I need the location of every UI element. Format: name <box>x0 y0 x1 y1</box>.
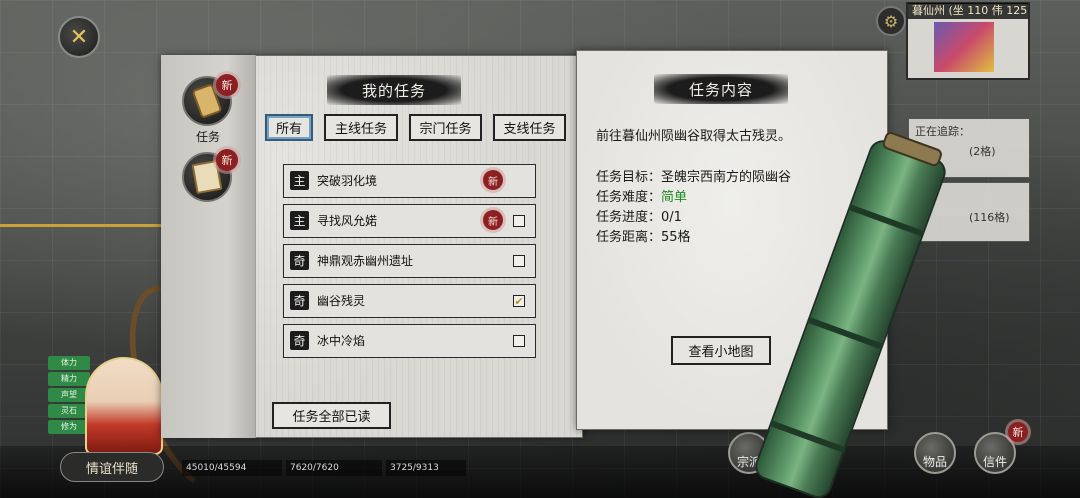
task-row[interactable]: 奇 冰中冷焰 <box>283 324 536 358</box>
task-type-badge: 奇 <box>290 251 309 270</box>
task-name: 寻找风允婼 <box>317 214 378 228</box>
task-row[interactable]: 主 寻找风允婼 新 <box>283 204 536 238</box>
track-checkbox-checked[interactable]: ✔ <box>513 295 525 307</box>
tracked-task-label: 正在追踪： <box>915 125 970 138</box>
tab-tasks-new-badge: 新 <box>216 74 238 96</box>
task-row[interactable]: 奇 神鼎观赤幽州遗址 <box>283 244 536 278</box>
status-tag: 修为 <box>48 420 90 434</box>
task-type-badge: 主 <box>290 171 309 190</box>
tab-tasks-label: 任务 <box>195 130 220 144</box>
task-name: 幽谷残灵 <box>317 294 366 308</box>
status-tag: 灵石 <box>48 404 90 418</box>
items-label: 物品 <box>922 455 947 469</box>
tab-letters-new-badge: 新 <box>216 149 238 171</box>
task-row[interactable]: 主 突破羽化境 新 <box>283 164 536 198</box>
filter-main[interactable]: 主线任务 <box>324 114 398 141</box>
task-type-badge: 奇 <box>290 331 309 350</box>
status-tag: 体力 <box>48 356 90 370</box>
view-minimap-button[interactable]: 查看小地图 <box>671 336 771 365</box>
task-new-badge: 新 <box>483 170 503 190</box>
task-type-badge: 主 <box>290 211 309 230</box>
task-distance-row: 任务距离：55格 <box>596 226 691 245</box>
mark-all-read-button[interactable]: 任务全部已读 <box>272 402 391 429</box>
task-name: 冰中冷焰 <box>317 334 366 348</box>
task-progress-value: 0/1 <box>661 210 682 225</box>
bamboo-node <box>806 316 884 350</box>
map-path-line <box>0 224 165 227</box>
task-distance-label: 任务距离： <box>596 230 662 245</box>
task-progress-label: 任务进度： <box>596 210 662 225</box>
stat-bars: 45010/45594 7620/7620 3725/9313 <box>182 460 472 476</box>
task-difficulty-row: 任务难度：简单 <box>596 186 687 205</box>
items-icon[interactable]: 物品 <box>914 432 956 474</box>
filter-sect[interactable]: 宗门任务 <box>409 114 482 141</box>
status-tag: 声望 <box>48 388 90 402</box>
track-checkbox[interactable] <box>513 215 525 227</box>
task-detail-title: 任务内容 <box>654 74 788 104</box>
gear-icon[interactable]: ⚙ <box>876 6 906 36</box>
bamboo-node <box>847 203 925 237</box>
status-tags: 体力 精力 声望 灵石 修为 <box>48 356 90 436</box>
task-progress-row: 任务进度：0/1 <box>596 206 682 225</box>
bamboo-node <box>769 420 847 454</box>
track-checkbox[interactable] <box>513 255 525 267</box>
task-target-label: 任务目标： <box>596 170 662 185</box>
task-row[interactable]: 奇 幽谷残灵 ✔ <box>283 284 536 318</box>
task-name: 突破羽化境 <box>317 174 378 188</box>
task-summary: 前往暮仙州陨幽谷取得太古残灵。 <box>596 129 792 144</box>
checkmark-icon: ✔ <box>514 294 524 308</box>
hp-bar: 45010/45594 <box>182 460 282 476</box>
task-difficulty-label: 任务难度： <box>596 190 662 205</box>
task-type-badge: 奇 <box>290 291 309 310</box>
filter-all[interactable]: 所有 <box>265 114 313 141</box>
track-checkbox[interactable] <box>513 335 525 347</box>
exp-bar: 3725/9313 <box>386 460 466 476</box>
task-distance-value: 55格 <box>661 230 691 245</box>
task-name: 神鼎观赤幽州遗址 <box>317 254 414 268</box>
status-tag: 精力 <box>48 372 90 386</box>
task-difficulty-value: 简单 <box>661 190 688 205</box>
mp-bar: 7620/7620 <box>286 460 382 476</box>
minimap-title: 暮仙州 (坐 110 伟 125) <box>908 3 1028 19</box>
companion-button[interactable]: 情谊伴随 <box>60 452 164 482</box>
avatar[interactable] <box>85 357 163 455</box>
filter-side[interactable]: 支线任务 <box>493 114 566 141</box>
minimap-image <box>934 22 994 72</box>
task-list-title: 我的任务 <box>327 75 461 105</box>
letters-new-badge: 新 <box>1008 422 1028 442</box>
task-target-row: 任务目标：圣魄宗西南方的陨幽谷 <box>596 166 791 185</box>
letters-label: 信件 <box>982 455 1007 469</box>
close-icon[interactable]: ✕ <box>58 16 100 58</box>
task-target-value: 圣魄宗西南方的陨幽谷 <box>661 170 792 185</box>
task-new-badge: 新 <box>483 210 503 230</box>
